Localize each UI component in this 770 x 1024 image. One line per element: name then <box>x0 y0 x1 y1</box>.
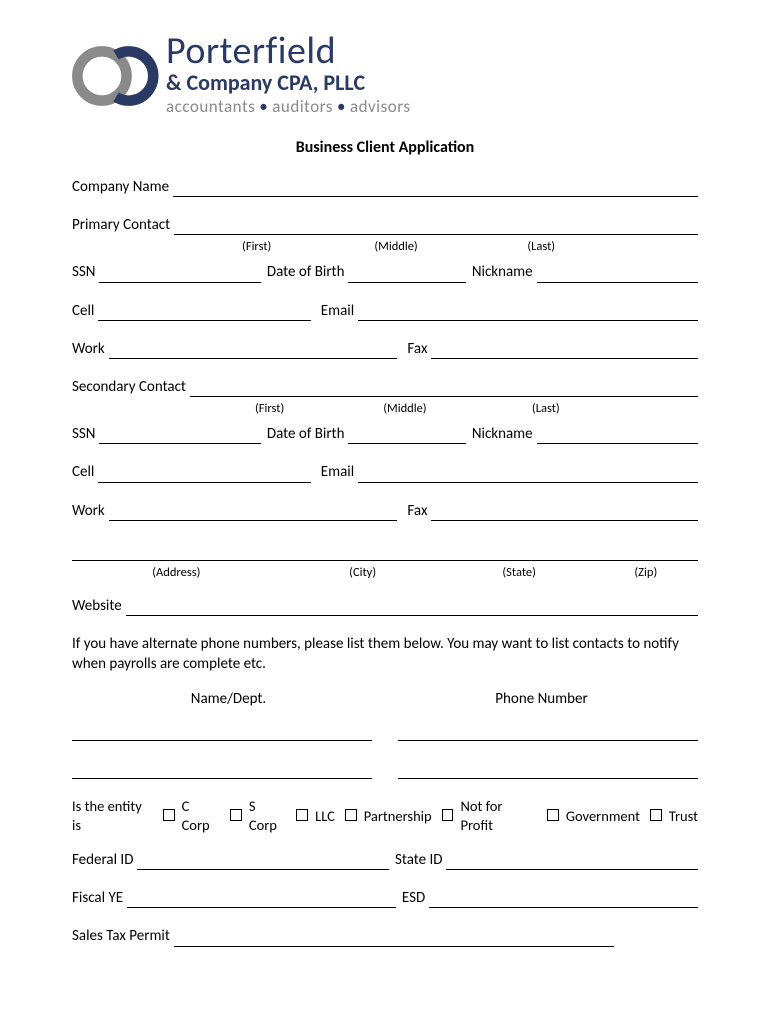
primary-contact-row: Primary Contact <box>72 215 698 235</box>
federal-id-input[interactable] <box>137 854 389 870</box>
primary-cell-input[interactable] <box>98 305 310 321</box>
entity-row: Is the entity is C Corp S Corp LLC Partn… <box>72 797 698 836</box>
company-name-row: Company Name <box>72 177 698 197</box>
primary-cell-row: Cell Email <box>72 301 698 321</box>
state-id-input[interactable] <box>446 854 698 870</box>
secondary-contact-row: Secondary Contact <box>72 377 698 397</box>
alt-columns-header: Name/Dept. Phone Number <box>72 689 698 709</box>
federal-id-row: Federal ID State ID <box>72 850 698 870</box>
secondary-fax-input[interactable] <box>431 505 698 521</box>
fiscal-ye-input[interactable] <box>127 892 396 908</box>
form-title: Business Client Application <box>72 137 698 159</box>
primary-ssn-input[interactable] <box>99 267 260 283</box>
checkbox-ccorp[interactable] <box>163 809 175 821</box>
primary-contact-input[interactable] <box>174 219 698 235</box>
company-name-label: Company Name <box>72 177 173 197</box>
secondary-cell-row: Cell Email <box>72 462 698 482</box>
logo-tagline: accountants•auditors•advisors <box>166 96 410 119</box>
company-name-input[interactable] <box>173 181 698 197</box>
alt-phone-1[interactable] <box>398 725 698 741</box>
esd-input[interactable] <box>429 892 698 908</box>
alt-row-1 <box>72 725 698 741</box>
sales-tax-row: Sales Tax Permit <box>72 926 698 946</box>
website-input[interactable] <box>126 600 698 616</box>
secondary-cell-input[interactable] <box>98 467 310 483</box>
address-input[interactable] <box>72 545 698 561</box>
secondary-work-input[interactable] <box>109 505 398 521</box>
primary-work-row: Work Fax <box>72 339 698 359</box>
alt-phone-2[interactable] <box>398 763 698 779</box>
primary-nickname-input[interactable] <box>537 267 698 283</box>
address-sublabels: (Address) (City) (State) (Zip) <box>72 565 698 582</box>
primary-email-input[interactable] <box>358 305 698 321</box>
alt-row-2 <box>72 763 698 779</box>
alternate-note: If you have alternate phone numbers, ple… <box>72 634 698 675</box>
logo-header: Porterfield & Company CPA, PLLC accounta… <box>72 32 698 119</box>
primary-ssn-row: SSN Date of Birth Nickname <box>72 262 698 282</box>
primary-work-input[interactable] <box>109 343 398 359</box>
secondary-work-row: Work Fax <box>72 501 698 521</box>
logo-icon <box>72 40 160 112</box>
primary-fax-input[interactable] <box>431 343 698 359</box>
secondary-name-sublabels: (First) (Middle) (Last) <box>72 401 698 418</box>
address-row <box>72 545 698 561</box>
secondary-contact-label: Secondary Contact <box>72 377 190 397</box>
secondary-contact-input[interactable] <box>190 381 698 397</box>
primary-dob-input[interactable] <box>348 267 465 283</box>
checkbox-government[interactable] <box>547 809 559 821</box>
secondary-ssn-input[interactable] <box>99 428 260 444</box>
secondary-email-input[interactable] <box>358 467 698 483</box>
checkbox-notforprofit[interactable] <box>442 809 454 821</box>
checkbox-trust[interactable] <box>650 809 662 821</box>
checkbox-partnership[interactable] <box>345 809 357 821</box>
checkbox-scorp[interactable] <box>230 809 242 821</box>
secondary-ssn-row: SSN Date of Birth Nickname <box>72 424 698 444</box>
secondary-nickname-input[interactable] <box>537 428 698 444</box>
sales-tax-input[interactable] <box>174 931 614 947</box>
checkbox-llc[interactable] <box>296 809 308 821</box>
primary-contact-label: Primary Contact <box>72 215 174 235</box>
alt-name-1[interactable] <box>72 725 372 741</box>
secondary-dob-input[interactable] <box>348 428 465 444</box>
logo-name: Porterfield <box>166 32 410 70</box>
logo-subname: & Company CPA, PLLC <box>166 70 410 96</box>
primary-name-sublabels: (First) (Middle) (Last) <box>72 239 698 256</box>
website-row: Website <box>72 596 698 616</box>
fiscal-ye-row: Fiscal YE ESD <box>72 888 698 908</box>
alt-name-2[interactable] <box>72 763 372 779</box>
